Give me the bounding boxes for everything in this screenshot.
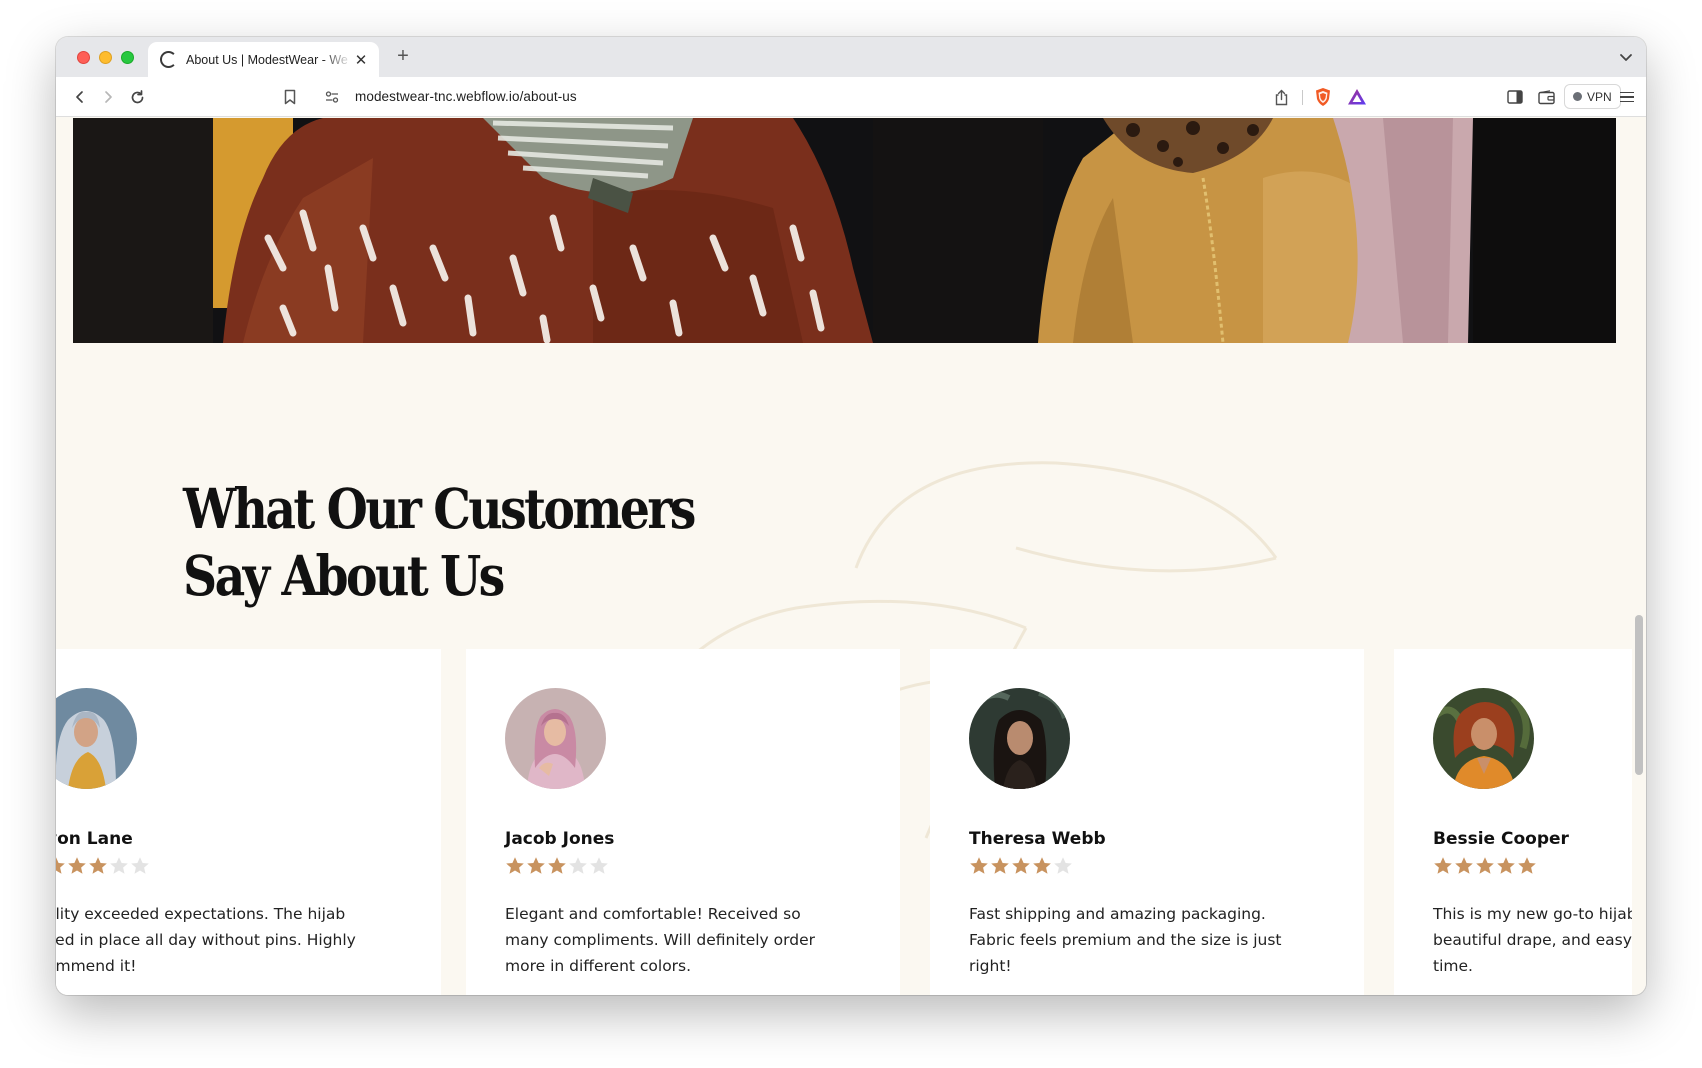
star-empty-icon bbox=[1054, 857, 1072, 874]
testimonial-card: Bessie Cooper This is my new go-to hijab… bbox=[1394, 649, 1632, 995]
share-button[interactable] bbox=[1270, 86, 1292, 108]
zoom-window-button[interactable] bbox=[121, 51, 134, 64]
arrow-right-icon bbox=[105, 91, 112, 103]
wallet-icon bbox=[1537, 89, 1555, 104]
star-rating bbox=[969, 856, 1073, 876]
vpn-button[interactable]: VPN bbox=[1564, 84, 1621, 109]
tab-about-us[interactable]: About Us | ModestWear - We ✕ bbox=[148, 42, 379, 77]
avatar bbox=[505, 688, 606, 789]
testimonial-card: Jacob Jones Elegant and comfortable! Rec… bbox=[466, 649, 900, 995]
site-settings-icon[interactable] bbox=[324, 89, 340, 105]
arrow-left-icon bbox=[76, 91, 83, 103]
page-scrollbar[interactable] bbox=[1632, 118, 1646, 995]
heading-line-1: What Our Customers bbox=[183, 476, 696, 541]
heading-line-2: Say About Us bbox=[183, 543, 505, 608]
wallet-button[interactable] bbox=[1535, 86, 1557, 108]
star-filled-icon bbox=[506, 857, 524, 874]
star-filled-icon bbox=[56, 857, 65, 874]
close-window-button[interactable] bbox=[77, 51, 90, 64]
review-text: Fast shipping and amazing packaging. Fab… bbox=[969, 905, 1282, 975]
minimize-window-button[interactable] bbox=[99, 51, 112, 64]
star-filled-icon bbox=[1518, 857, 1536, 874]
star-filled-icon bbox=[1012, 857, 1030, 874]
star-empty-icon bbox=[110, 857, 128, 874]
url-text[interactable]: modestwear-tnc.webflow.io/about-us bbox=[355, 89, 577, 104]
reviewer-name: Theresa Webb bbox=[969, 829, 1106, 849]
star-filled-icon bbox=[527, 857, 545, 874]
browser-window: About Us | ModestWear - We ✕ + modestwea… bbox=[56, 37, 1646, 995]
sidebar-icon bbox=[1507, 90, 1523, 104]
new-tab-button[interactable]: + bbox=[391, 45, 415, 69]
sidebar-button[interactable] bbox=[1504, 86, 1526, 108]
tab-strip: About Us | ModestWear - We ✕ + bbox=[56, 37, 1646, 77]
tab-title: About Us | ModestWear - We bbox=[186, 52, 348, 67]
star-filled-icon bbox=[970, 857, 988, 874]
star-empty-icon bbox=[569, 857, 587, 874]
bookmark-icon bbox=[284, 89, 296, 105]
star-filled-icon bbox=[1434, 857, 1452, 874]
star-empty-icon bbox=[131, 857, 149, 874]
review-text: ality exceeded expectations. The hijab y… bbox=[56, 905, 356, 975]
star-filled-icon bbox=[68, 857, 86, 874]
star-filled-icon bbox=[1497, 857, 1515, 874]
page-content: What Our Customers Say About Us von Lane… bbox=[56, 118, 1632, 995]
tab-close-icon[interactable]: ✕ bbox=[352, 51, 370, 69]
avatar bbox=[1433, 688, 1534, 789]
star-rating bbox=[56, 856, 150, 876]
star-empty-icon bbox=[590, 857, 608, 874]
hamburger-menu-icon[interactable] bbox=[1616, 86, 1638, 108]
site-favicon-icon bbox=[160, 51, 177, 68]
back-button[interactable] bbox=[68, 85, 92, 109]
star-filled-icon bbox=[548, 857, 566, 874]
star-filled-icon bbox=[1033, 857, 1051, 874]
reviewer-name: von Lane bbox=[56, 829, 133, 849]
testimonial-card: von Lane ality exceeded expectations. Th… bbox=[56, 649, 441, 995]
star-filled-icon bbox=[991, 857, 1009, 874]
brave-shield-icon[interactable] bbox=[1312, 86, 1334, 108]
reviewer-name: Jacob Jones bbox=[505, 829, 615, 849]
hero-image bbox=[73, 118, 1616, 343]
browser-toolbar: modestwear-tnc.webflow.io/about-us VPN bbox=[56, 77, 1646, 117]
bookmark-button[interactable] bbox=[278, 85, 302, 109]
star-filled-icon bbox=[1455, 857, 1473, 874]
testimonials-heading: What Our Customers Say About Us bbox=[183, 475, 716, 609]
star-filled-icon bbox=[1476, 857, 1494, 874]
reviewer-name: Bessie Cooper bbox=[1433, 829, 1569, 849]
avatar bbox=[969, 688, 1070, 789]
vpn-status-icon bbox=[1573, 92, 1582, 101]
avatar bbox=[56, 688, 137, 789]
window-controls bbox=[77, 51, 134, 64]
star-rating bbox=[1433, 856, 1537, 876]
chevron-down-icon[interactable] bbox=[1616, 47, 1636, 67]
review-text: Elegant and comfortable! Received so man… bbox=[505, 905, 815, 975]
scrollbar-thumb[interactable] bbox=[1635, 615, 1643, 775]
star-rating bbox=[505, 856, 609, 876]
share-icon bbox=[1275, 89, 1287, 105]
star-filled-icon bbox=[89, 857, 107, 874]
toolbar-separator bbox=[1302, 90, 1303, 105]
vpn-label: VPN bbox=[1587, 89, 1612, 104]
testimonial-card: Theresa Webb Fast shipping and amazing p… bbox=[930, 649, 1364, 995]
reload-button[interactable] bbox=[125, 85, 149, 109]
forward-button[interactable] bbox=[96, 85, 120, 109]
review-text: This is my new go-to hijab. beautiful dr… bbox=[1433, 905, 1632, 975]
reload-icon bbox=[131, 89, 143, 103]
brave-rewards-icon[interactable] bbox=[1346, 86, 1368, 108]
